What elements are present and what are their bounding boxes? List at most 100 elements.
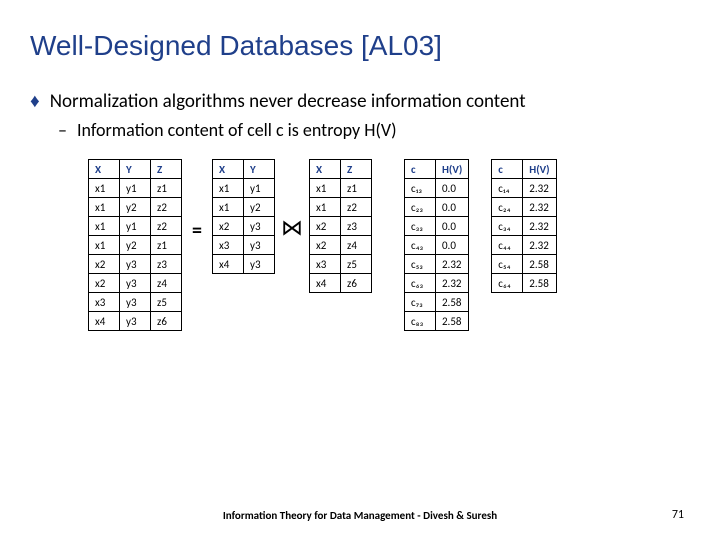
cell: z5 <box>151 293 182 312</box>
th: X <box>212 160 243 179</box>
cell: 0.0 <box>435 179 468 198</box>
th: Z <box>340 160 371 179</box>
cell: c₅₄ <box>492 255 523 274</box>
table-row: c₇₃2.58 <box>404 293 468 312</box>
table-row: x2z3 <box>309 217 371 236</box>
table-row: x3y3 <box>212 236 274 255</box>
bullet1-text: Normalization algorithms never decrease … <box>50 90 526 113</box>
table-row: c₆₄2.58 <box>492 274 556 293</box>
table-row: c₂₄2.32 <box>492 198 556 217</box>
table-XZ: X Z x1z1x1z2x2z3x2z4x3z5x4z6 <box>309 159 372 293</box>
cell: x1 <box>89 179 120 198</box>
table-row: c₅₄2.58 <box>492 255 556 274</box>
th: X <box>309 160 340 179</box>
cell: z6 <box>340 274 371 293</box>
cell: x1 <box>89 198 120 217</box>
table-row: x4z6 <box>309 274 371 293</box>
table-row: c₁₄2.32 <box>492 179 556 198</box>
cell: z1 <box>340 179 371 198</box>
cell: c₈₃ <box>404 312 435 331</box>
cell: x3 <box>89 293 120 312</box>
cell: 2.58 <box>523 274 556 293</box>
cell: x1 <box>212 179 243 198</box>
cell: y3 <box>243 255 274 274</box>
cell: z3 <box>151 255 182 274</box>
table-row: x2z4 <box>309 236 371 255</box>
th: c <box>404 160 435 179</box>
cell: z4 <box>340 236 371 255</box>
table-row: c₄₃0.0 <box>404 236 468 255</box>
table-row: c₄₄2.32 <box>492 236 556 255</box>
cell: 2.32 <box>523 236 556 255</box>
cell: c₁₄ <box>492 179 523 198</box>
cell: c₅₃ <box>404 255 435 274</box>
th: X <box>89 160 120 179</box>
table-row: x4y3 <box>212 255 274 274</box>
tbody-XY: x1y1x1y2x2y3x3y3x4y3 <box>212 179 274 274</box>
cell: y2 <box>120 198 151 217</box>
cell: 2.32 <box>523 179 556 198</box>
th: H(V) <box>523 160 556 179</box>
table-row: x1y2z2 <box>89 198 182 217</box>
cell: z4 <box>151 274 182 293</box>
table-row: x2y3 <box>212 217 274 236</box>
cell: y3 <box>120 255 151 274</box>
table-row: x4y3z6 <box>89 312 182 331</box>
tables-row: X Y Z x1y1z1x1y2z2x1y1z2x1y2z1x2y3z3x2y3… <box>0 141 720 331</box>
table-row: x2y3z4 <box>89 274 182 293</box>
cell: 2.58 <box>435 312 468 331</box>
table-row: x1z2 <box>309 198 371 217</box>
cell: x1 <box>89 236 120 255</box>
cell: c₂₄ <box>492 198 523 217</box>
table-row: x2y3z3 <box>89 255 182 274</box>
cell: x3 <box>309 255 340 274</box>
cell: x1 <box>309 198 340 217</box>
th: c <box>492 160 523 179</box>
table-row: x3y3z5 <box>89 293 182 312</box>
table-row: x1y2z1 <box>89 236 182 255</box>
table-HV2: c H(V) c₁₄2.32c₂₄2.32c₃₄2.32c₄₄2.32c₅₄2.… <box>491 159 556 293</box>
table-row: x1z1 <box>309 179 371 198</box>
cell: c₃₃ <box>404 217 435 236</box>
th: H(V) <box>435 160 468 179</box>
table-row: x1y1z2 <box>89 217 182 236</box>
cell: z2 <box>151 198 182 217</box>
cell: c₇₃ <box>404 293 435 312</box>
cell: y3 <box>120 274 151 293</box>
cell: c₂₃ <box>404 198 435 217</box>
diamond-icon: ♦ <box>30 90 40 113</box>
cell: 2.58 <box>435 293 468 312</box>
table-row: c₅₃2.32 <box>404 255 468 274</box>
dash-icon: – <box>58 119 67 141</box>
cell: 0.0 <box>435 236 468 255</box>
bullet2-text: Information content of cell c is entropy… <box>77 119 397 141</box>
cell: x2 <box>89 274 120 293</box>
th: Y <box>120 160 151 179</box>
cell: x1 <box>309 179 340 198</box>
table-row: c₂₃0.0 <box>404 198 468 217</box>
cell: c₁₃ <box>404 179 435 198</box>
cell: x2 <box>89 255 120 274</box>
cell: x2 <box>309 217 340 236</box>
cell: z2 <box>340 198 371 217</box>
table-HV1: c H(V) c₁₃0.0c₂₃0.0c₃₃0.0c₄₃0.0c₅₃2.32c₆… <box>404 159 469 331</box>
cell: z1 <box>151 236 182 255</box>
cell: c₄₄ <box>492 236 523 255</box>
bullet-level2: – Information content of cell c is entro… <box>0 113 720 141</box>
tbody-HV1: c₁₃0.0c₂₃0.0c₃₃0.0c₄₃0.0c₅₃2.32c₆₃2.32c₇… <box>404 179 468 331</box>
table-R: X Y Z x1y1z1x1y2z2x1y1z2x1y2z1x2y3z3x2y3… <box>88 159 182 331</box>
cell: y2 <box>120 236 151 255</box>
table-XY: X Y x1y1x1y2x2y3x3y3x4y3 <box>212 159 275 274</box>
cell: z5 <box>340 255 371 274</box>
cell: z1 <box>151 179 182 198</box>
cell: c₆₃ <box>404 274 435 293</box>
cell: 2.58 <box>523 255 556 274</box>
cell: y1 <box>120 179 151 198</box>
table-row: c₃₄2.32 <box>492 217 556 236</box>
cell: x1 <box>89 217 120 236</box>
cell: 0.0 <box>435 217 468 236</box>
cell: 0.0 <box>435 198 468 217</box>
cell: c₄₃ <box>404 236 435 255</box>
cell: x1 <box>212 198 243 217</box>
cell: 2.32 <box>523 198 556 217</box>
